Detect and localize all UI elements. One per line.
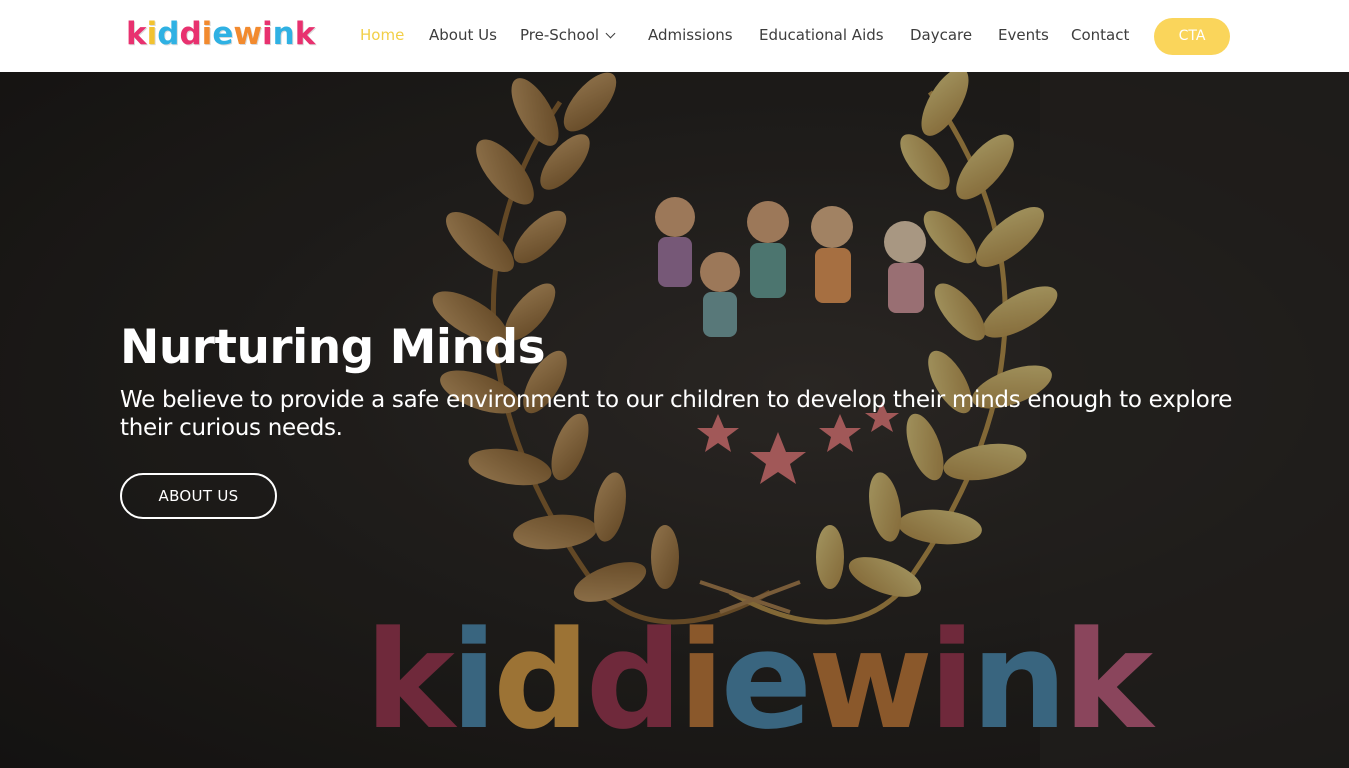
nav-pre-school[interactable]: Pre-School (520, 26, 616, 44)
cta-button[interactable]: CTA (1154, 18, 1230, 55)
nav-about-us[interactable]: About Us (429, 26, 497, 44)
about-us-button[interactable]: ABOUT US (120, 473, 277, 519)
chevron-down-icon (605, 28, 616, 39)
hero-title: Nurturing Minds (120, 320, 546, 375)
nav-contact[interactable]: Contact (1071, 26, 1129, 44)
nav-admissions[interactable]: Admissions (648, 26, 733, 44)
nav-home[interactable]: Home (360, 26, 404, 44)
hero-section: kiddiewink Nurturing Minds We believe to… (0, 72, 1349, 768)
nav-educational-aids[interactable]: Educational Aids (759, 26, 884, 44)
hero-subtitle: We believe to provide a safe environment… (120, 387, 1233, 441)
nav-daycare[interactable]: Daycare (910, 26, 972, 44)
nav-events[interactable]: Events (998, 26, 1049, 44)
site-header: kiddiewink Home About Us Pre-School Admi… (0, 0, 1349, 72)
main-nav: Home About Us Pre-School Admissions Educ… (0, 0, 1349, 72)
nav-pre-school-label: Pre-School (520, 26, 600, 44)
